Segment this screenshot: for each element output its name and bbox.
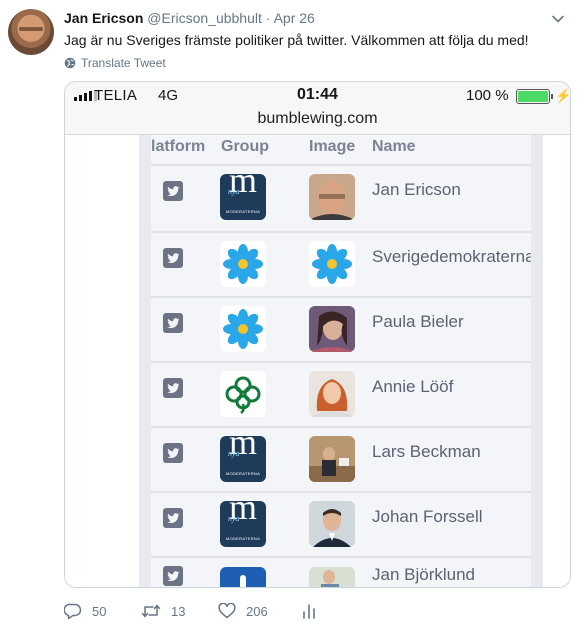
liberalerna-logo [220, 567, 266, 587]
table-row[interactable]: Jan Björklund [151, 558, 531, 587]
table-row[interactable]: nya m MODERATERNA Jan Ericson [151, 166, 531, 231]
person-name: Johan Forssell [372, 507, 483, 526]
retweet-button[interactable]: 13 [141, 603, 218, 619]
twitter-icon [163, 508, 183, 528]
like-button[interactable]: 206 [218, 603, 302, 619]
reply-button[interactable]: 50 [64, 603, 141, 620]
person-name: Lars Beckman [372, 442, 481, 461]
carrier-name: TELIA [94, 87, 138, 104]
analytics-icon [303, 604, 315, 619]
charging-bolt-icon: ⚡ [555, 88, 571, 103]
table-row[interactable]: nya m MODERATERNA Lars Beckman [151, 428, 531, 493]
reply-count: 50 [92, 603, 107, 619]
translate-tweet-link[interactable]: Translate Tweet [64, 56, 166, 70]
sd-flower-logo [309, 241, 355, 287]
person-name: Annie Lööf [372, 377, 454, 396]
like-count: 206 [246, 603, 268, 619]
analytics-button[interactable] [302, 603, 316, 619]
address-bar: bumblewing.com [65, 108, 570, 135]
table-row[interactable]: Paula Bieler [151, 298, 531, 363]
moderaterna-logo: nya m MODERATERNA [220, 501, 266, 547]
retweet-icon [141, 604, 161, 618]
retweet-count: 13 [171, 603, 186, 619]
sd-flower-logo [220, 241, 266, 287]
moderaterna-logo: nya m MODERATERNA [220, 436, 266, 482]
table-row[interactable]: Sverigedemokraterna [151, 233, 531, 298]
web-page: latform Group Image Name nya m MODERATERNA… [65, 135, 570, 587]
politicians-table: latform Group Image Name nya m MODERATERNA… [151, 135, 531, 587]
profile-photo [309, 371, 355, 417]
person-name: Sverigedemokraterna [372, 247, 531, 266]
tweet-actions: 50 13 206 [64, 600, 316, 622]
moderaterna-logo: nya m MODERATERNA [220, 174, 266, 220]
translate-label: Translate Tweet [81, 56, 166, 70]
profile-photo [309, 174, 355, 220]
table-row[interactable]: nya m MODERATERNA Johan Forssell [151, 493, 531, 558]
profile-photo [309, 436, 355, 482]
status-time: 01:44 [297, 86, 338, 103]
sd-flower-logo [220, 306, 266, 352]
battery-icon [516, 89, 553, 104]
heart-icon [218, 603, 236, 619]
header-image: Image [309, 138, 356, 155]
person-name: Paula Bieler [372, 312, 464, 331]
profile-photo [309, 501, 355, 547]
profile-photo [309, 567, 355, 587]
battery-percent: 100 % [466, 87, 509, 104]
twitter-icon [163, 313, 183, 333]
header-group: Group [221, 138, 269, 155]
chevron-down-icon[interactable] [551, 12, 565, 26]
tweet-text: Jag är nu Sveriges främste politiker på … [64, 32, 529, 48]
phone-status-bar: TELIA 4G 01:44 100 % ⚡ [65, 82, 570, 108]
globe-icon [64, 57, 76, 69]
header-name: Name [372, 138, 416, 155]
table-row[interactable]: Annie Lööf [151, 363, 531, 428]
tweet-header: Jan Ericson @Ericson_ubbhult · Apr 26 [64, 10, 315, 26]
twitter-icon [163, 181, 183, 201]
reply-icon [64, 603, 82, 619]
centerpartiet-clover-logo [220, 371, 266, 417]
header-platform: latform [151, 138, 206, 155]
author-handle[interactable]: @Ericson_ubbhult [147, 10, 262, 26]
author-avatar[interactable] [8, 9, 54, 55]
network-type: 4G [158, 87, 179, 104]
twitter-icon [163, 378, 183, 398]
twitter-icon [163, 248, 183, 268]
author-name[interactable]: Jan Ericson [64, 10, 143, 26]
separator-dot: · [265, 10, 271, 26]
table-panel: latform Group Image Name nya m MODERATERNA… [139, 135, 543, 587]
profile-photo [309, 306, 355, 352]
twitter-icon [163, 443, 183, 463]
person-name: Jan Ericson [372, 180, 461, 199]
person-name: Jan Björklund [372, 565, 476, 584]
tweet-date[interactable]: Apr 26 [274, 10, 315, 26]
tweet-media-image[interactable]: TELIA 4G 01:44 100 % ⚡ bumblewing.com la… [64, 81, 571, 588]
twitter-icon [163, 566, 183, 586]
